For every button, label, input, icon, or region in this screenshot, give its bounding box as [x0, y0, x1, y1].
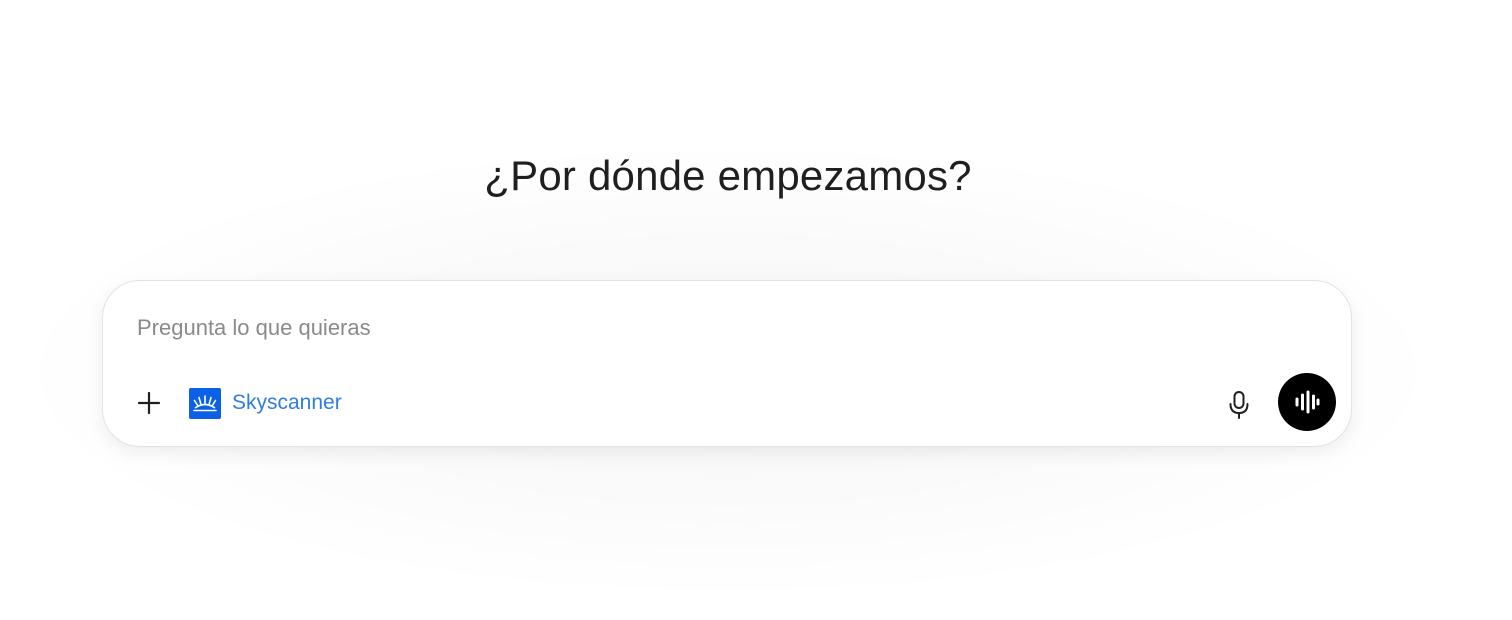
add-attachment-button[interactable] [131, 385, 167, 421]
microphone-icon [1229, 391, 1249, 419]
skyscanner-label: Skyscanner [232, 391, 342, 414]
prompt-composer[interactable]: Skyscanner [102, 280, 1352, 447]
voice-waveform-icon [1295, 390, 1320, 414]
page-title: ¿Por dónde empezamos? [484, 152, 972, 199]
plus-icon [137, 391, 161, 415]
dictate-button[interactable] [1219, 385, 1259, 425]
page: ¿Por dónde empezamos? Skys [0, 0, 1512, 620]
skyscanner-logo-icon [189, 387, 221, 419]
voice-mode-button[interactable] [1278, 373, 1336, 431]
skyscanner-tool-chip[interactable]: Skyscanner [189, 385, 342, 421]
prompt-input[interactable] [137, 311, 1197, 345]
